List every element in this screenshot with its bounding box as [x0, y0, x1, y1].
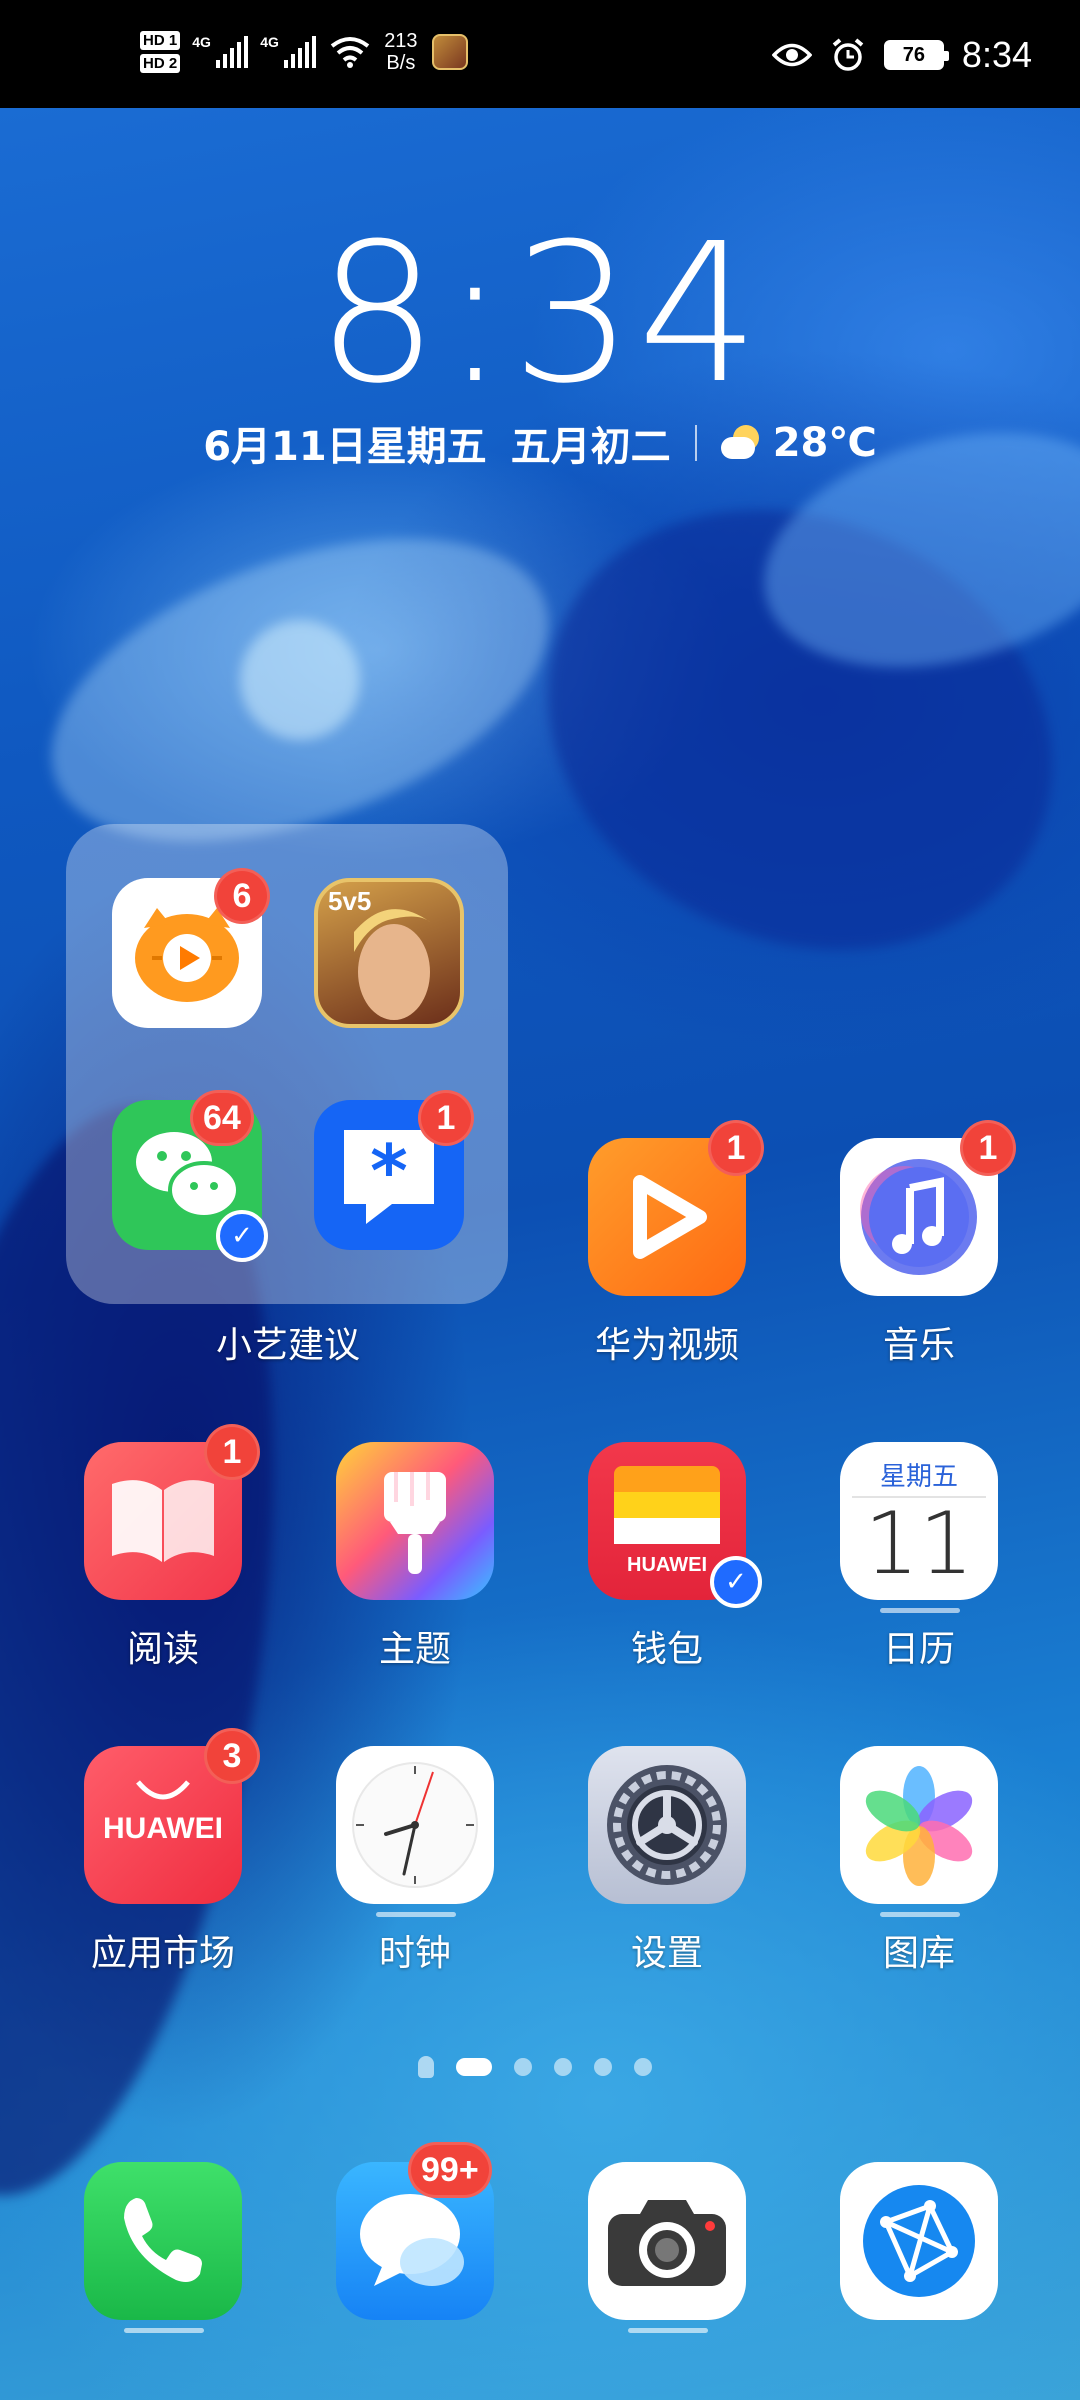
gallery-widget-indicator: [880, 1912, 960, 1917]
lunar-date-text: 五月初二: [510, 424, 671, 470]
page-dot[interactable]: [514, 2058, 532, 2076]
reading-badge: 1: [204, 1424, 260, 1480]
sim1-hd-icon: HD 1: [140, 31, 181, 50]
dingtalk-badge: 1: [418, 1090, 474, 1146]
leftmost-page-bulb-icon[interactable]: [418, 2056, 434, 2078]
messages-badge: 99+: [408, 2142, 492, 2198]
gallery-label: 图库: [882, 1933, 955, 1974]
settings-app-icon[interactable]: [588, 1746, 746, 1904]
date-text: 6月11日星期五: [203, 424, 487, 470]
browser-app-icon[interactable]: [840, 2162, 998, 2320]
folder-label: 小艺建议: [215, 1325, 360, 1366]
appgallery-label: 应用市场: [90, 1933, 235, 1974]
wallet-label: 钱包: [630, 1629, 703, 1670]
partly-cloudy-icon: [720, 425, 761, 461]
wallet-security-shield-icon: ✓: [710, 1556, 762, 1608]
calendar-widget-indicator: [880, 1608, 960, 1613]
sim2-hd-icon: HD 2: [140, 54, 181, 73]
signal-2-icon: 4G: [260, 34, 317, 68]
status-time: 8:34: [961, 34, 1032, 75]
huawei-video-badge: 1: [708, 1120, 764, 1176]
reading-label: 阅读: [126, 1629, 199, 1670]
phone-widget-indicator: [124, 2328, 204, 2333]
settings-label: 设置: [630, 1933, 703, 1974]
eye-comfort-icon: [771, 43, 812, 67]
huya-badge: 6: [214, 868, 270, 924]
appgallery-badge: 3: [204, 1728, 260, 1784]
clock-widget-indicator: [376, 1912, 456, 1917]
alarm-icon: [832, 38, 864, 71]
clock-app-icon[interactable]: [336, 1746, 494, 1904]
page-dot-active[interactable]: [456, 2058, 492, 2076]
page-dot[interactable]: [634, 2058, 652, 2076]
calendar-day: 11: [864, 1494, 974, 1594]
clock-label: 时钟: [378, 1933, 451, 1974]
sim-indicators: HD 1 HD 2: [140, 31, 181, 73]
battery-icon: 76: [883, 40, 949, 70]
signal-1-icon: 4G: [192, 34, 249, 68]
weather: 28℃: [720, 420, 877, 466]
game-notification-icon: [431, 34, 468, 70]
calendar-app-icon[interactable]: 星期五 11: [840, 1442, 998, 1600]
calendar-weekday: 星期五: [879, 1462, 958, 1492]
phone-app-icon[interactable]: [84, 2162, 242, 2320]
music-badge: 1: [960, 1120, 1016, 1176]
camera-app-icon[interactable]: [588, 2162, 746, 2320]
network-speed: 213 B/s: [384, 30, 418, 74]
page-dot[interactable]: [594, 2058, 612, 2076]
huawei-video-label: 华为视频: [594, 1325, 739, 1366]
app-folder[interactable]: 6 5v5 64 ✓ * 1: [66, 824, 508, 1304]
honor-of-kings-app-icon[interactable]: 5v5: [314, 878, 464, 1028]
page-dot[interactable]: [554, 2058, 572, 2076]
wifi-icon: [330, 37, 370, 68]
security-shield-icon: ✓: [216, 1210, 268, 1262]
divider: [694, 425, 697, 461]
clock-widget-date-row[interactable]: 6月11日星期五 五月初二 28℃: [0, 414, 1080, 472]
themes-app-icon[interactable]: [336, 1442, 494, 1600]
calendar-label: 日历: [882, 1629, 955, 1670]
svg-text:5v5: 5v5: [328, 886, 371, 916]
status-bar: HD 1 HD 2 4G 4G 213 B/s 76 8:34: [0, 0, 1080, 108]
wechat-badge: 64: [190, 1090, 254, 1146]
camera-widget-indicator: [628, 2328, 708, 2333]
svg-text:*: *: [370, 1129, 408, 1213]
music-label: 音乐: [882, 1325, 955, 1366]
page-indicator[interactable]: [418, 2056, 652, 2078]
gallery-app-icon[interactable]: [840, 1746, 998, 1904]
themes-label: 主题: [378, 1629, 451, 1670]
clock-widget-time[interactable]: 8:34: [0, 215, 1080, 415]
temperature-text: 28℃: [772, 420, 877, 466]
appgallery-brand-text: HUAWEI: [103, 1812, 223, 1845]
